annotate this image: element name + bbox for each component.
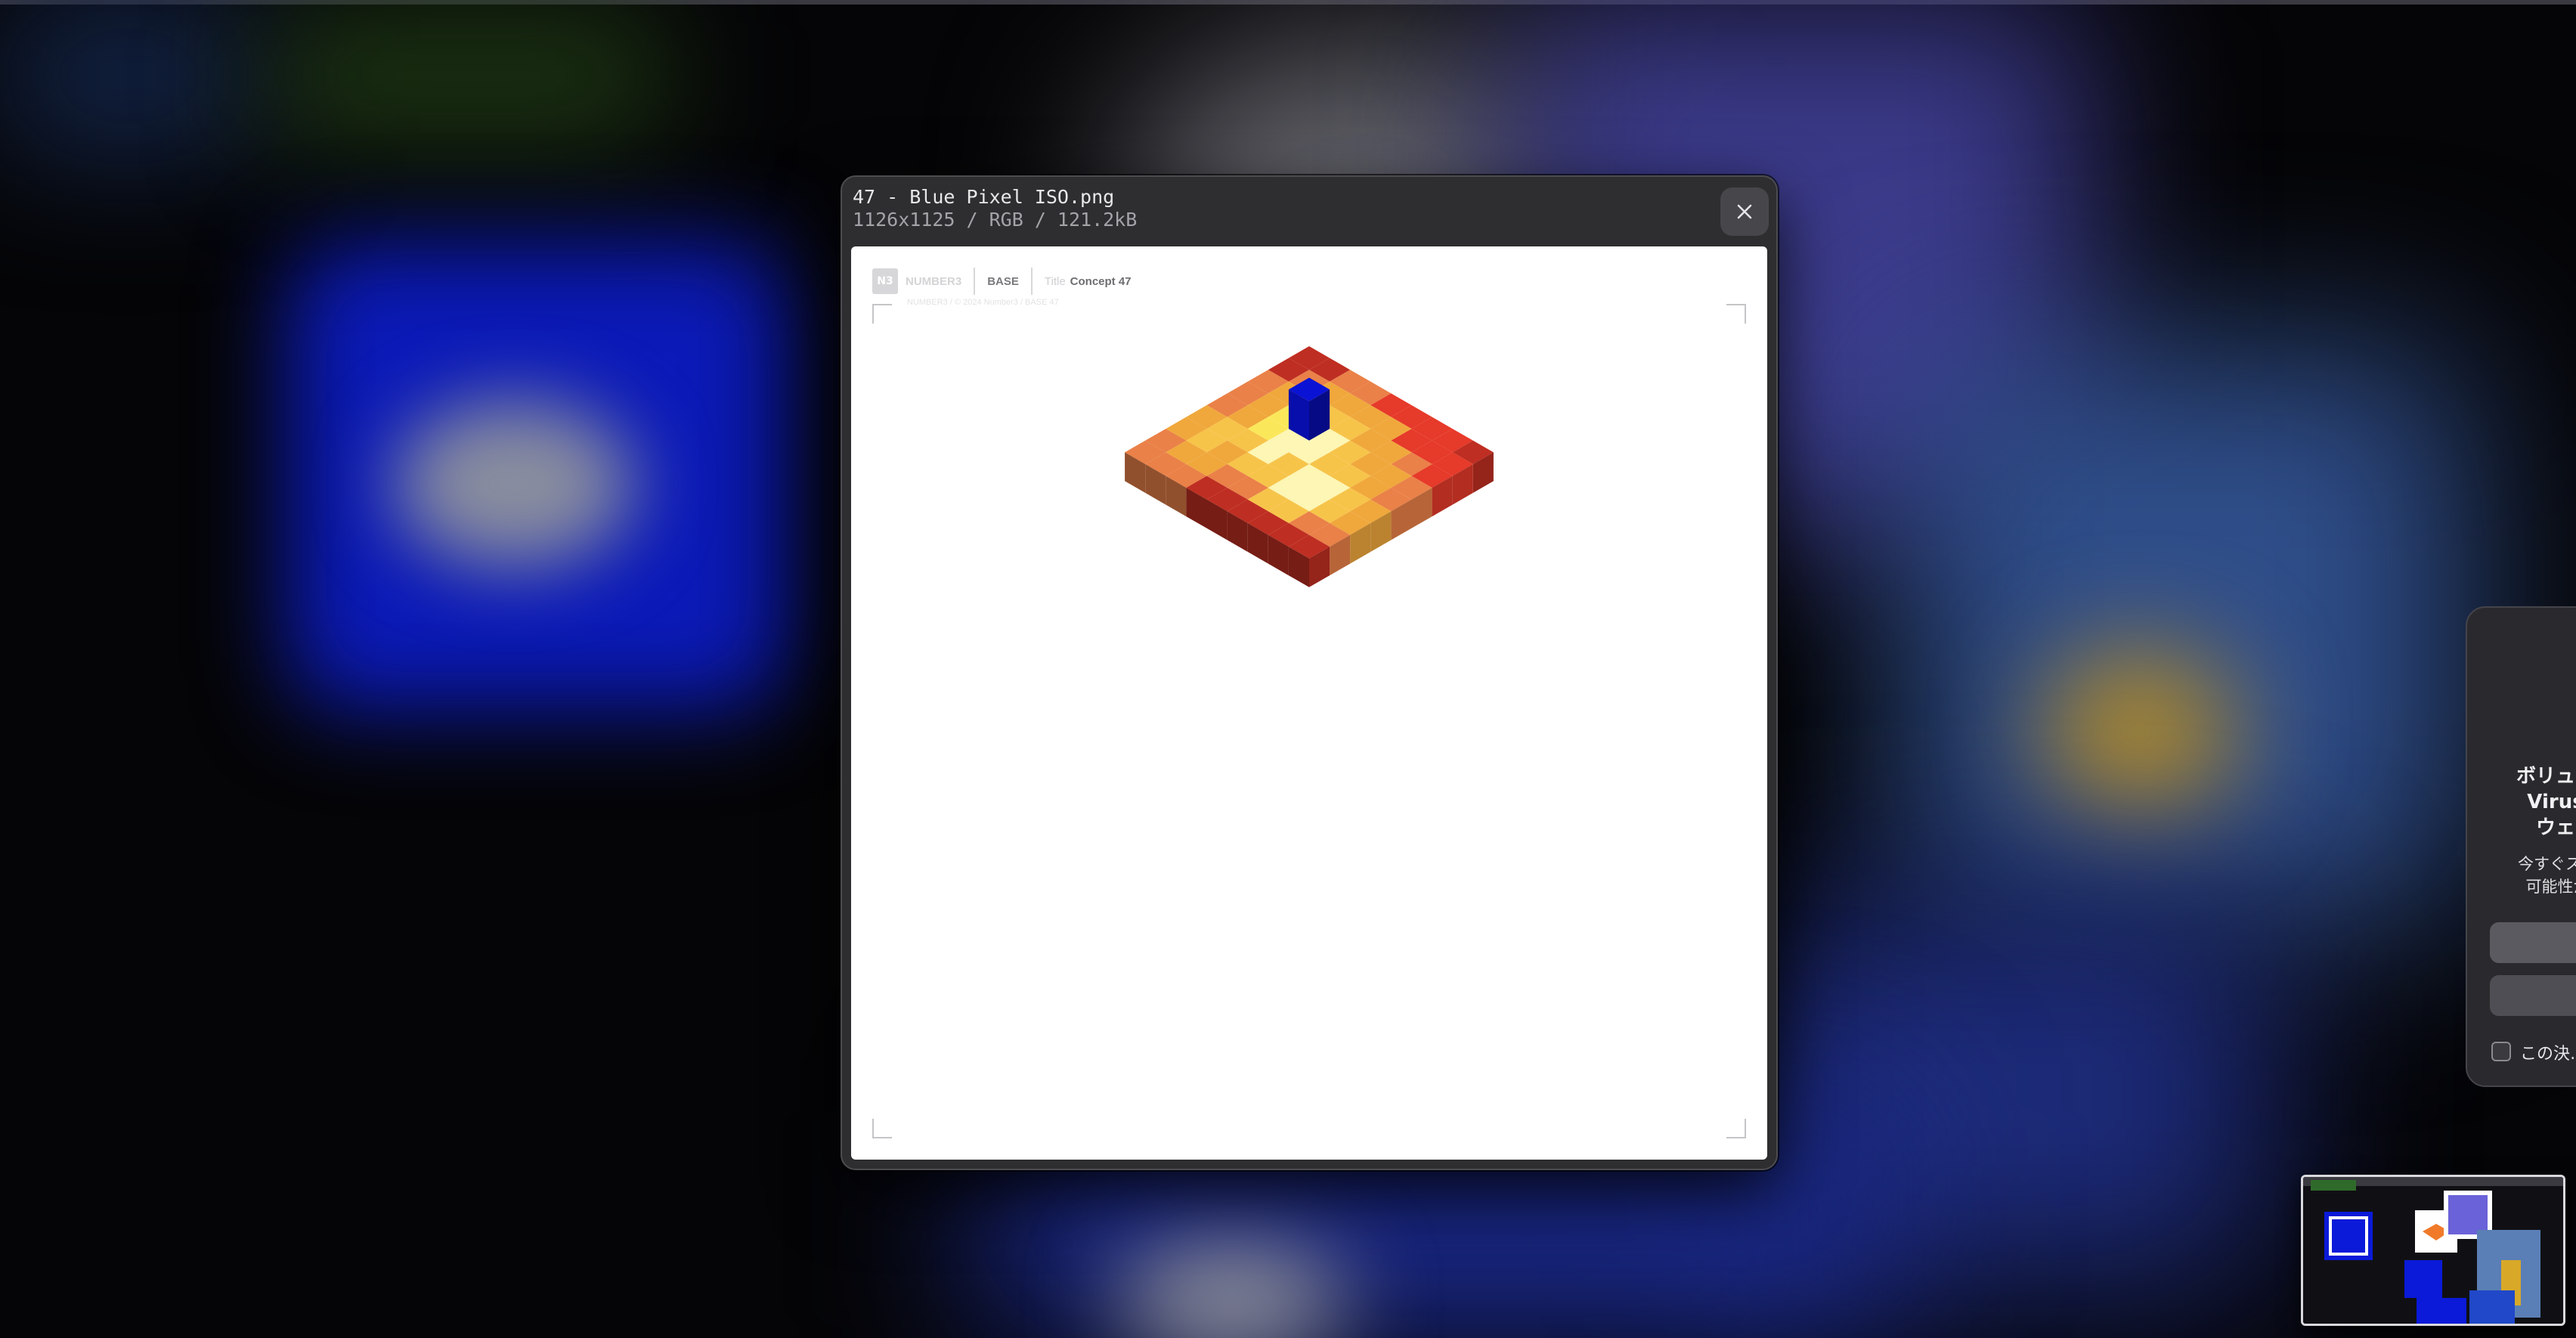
close-button[interactable] — [1720, 187, 1769, 236]
background-blur — [1905, 348, 2464, 922]
close-icon — [1737, 204, 1752, 219]
alert-message: 今すぐスキ… 可能性が… — [2518, 855, 2576, 896]
quick-look-window[interactable]: 47 - Blue Pixel ISO.png 1126x1125 / RGB … — [841, 175, 1778, 1170]
background-blur — [0, 0, 257, 151]
background-blur — [272, 15, 665, 136]
screenshot-thumbnail[interactable] — [2301, 1175, 2565, 1326]
thumbnail-image — [2303, 1177, 2563, 1324]
background-blur — [393, 401, 635, 567]
background-blur — [2041, 650, 2237, 816]
file-info: 1126x1125 / RGB / 121.2kB — [853, 209, 1138, 231]
remember-checkbox-label: この決… — [2520, 1045, 2576, 1064]
menu-bar-edge — [0, 0, 2576, 5]
alert-title: ボリュー… Virus… ウェ… — [2516, 765, 2576, 839]
image-preview: N3 NUMBER3 BASE Title Concept 47 NUMBER3… — [851, 246, 1767, 1160]
security-alert-dialog[interactable]: ボリュー… Virus… ウェ… 今すぐスキ… 可能性が… この決… — [2466, 606, 2576, 1087]
alert-primary-button[interactable] — [2490, 922, 2576, 963]
remember-checkbox[interactable] — [2491, 1042, 2511, 1061]
file-name: 47 - Blue Pixel ISO.png — [853, 186, 1115, 208]
alert-secondary-button[interactable] — [2490, 975, 2576, 1016]
isometric-pixel-artwork — [1125, 346, 1494, 587]
